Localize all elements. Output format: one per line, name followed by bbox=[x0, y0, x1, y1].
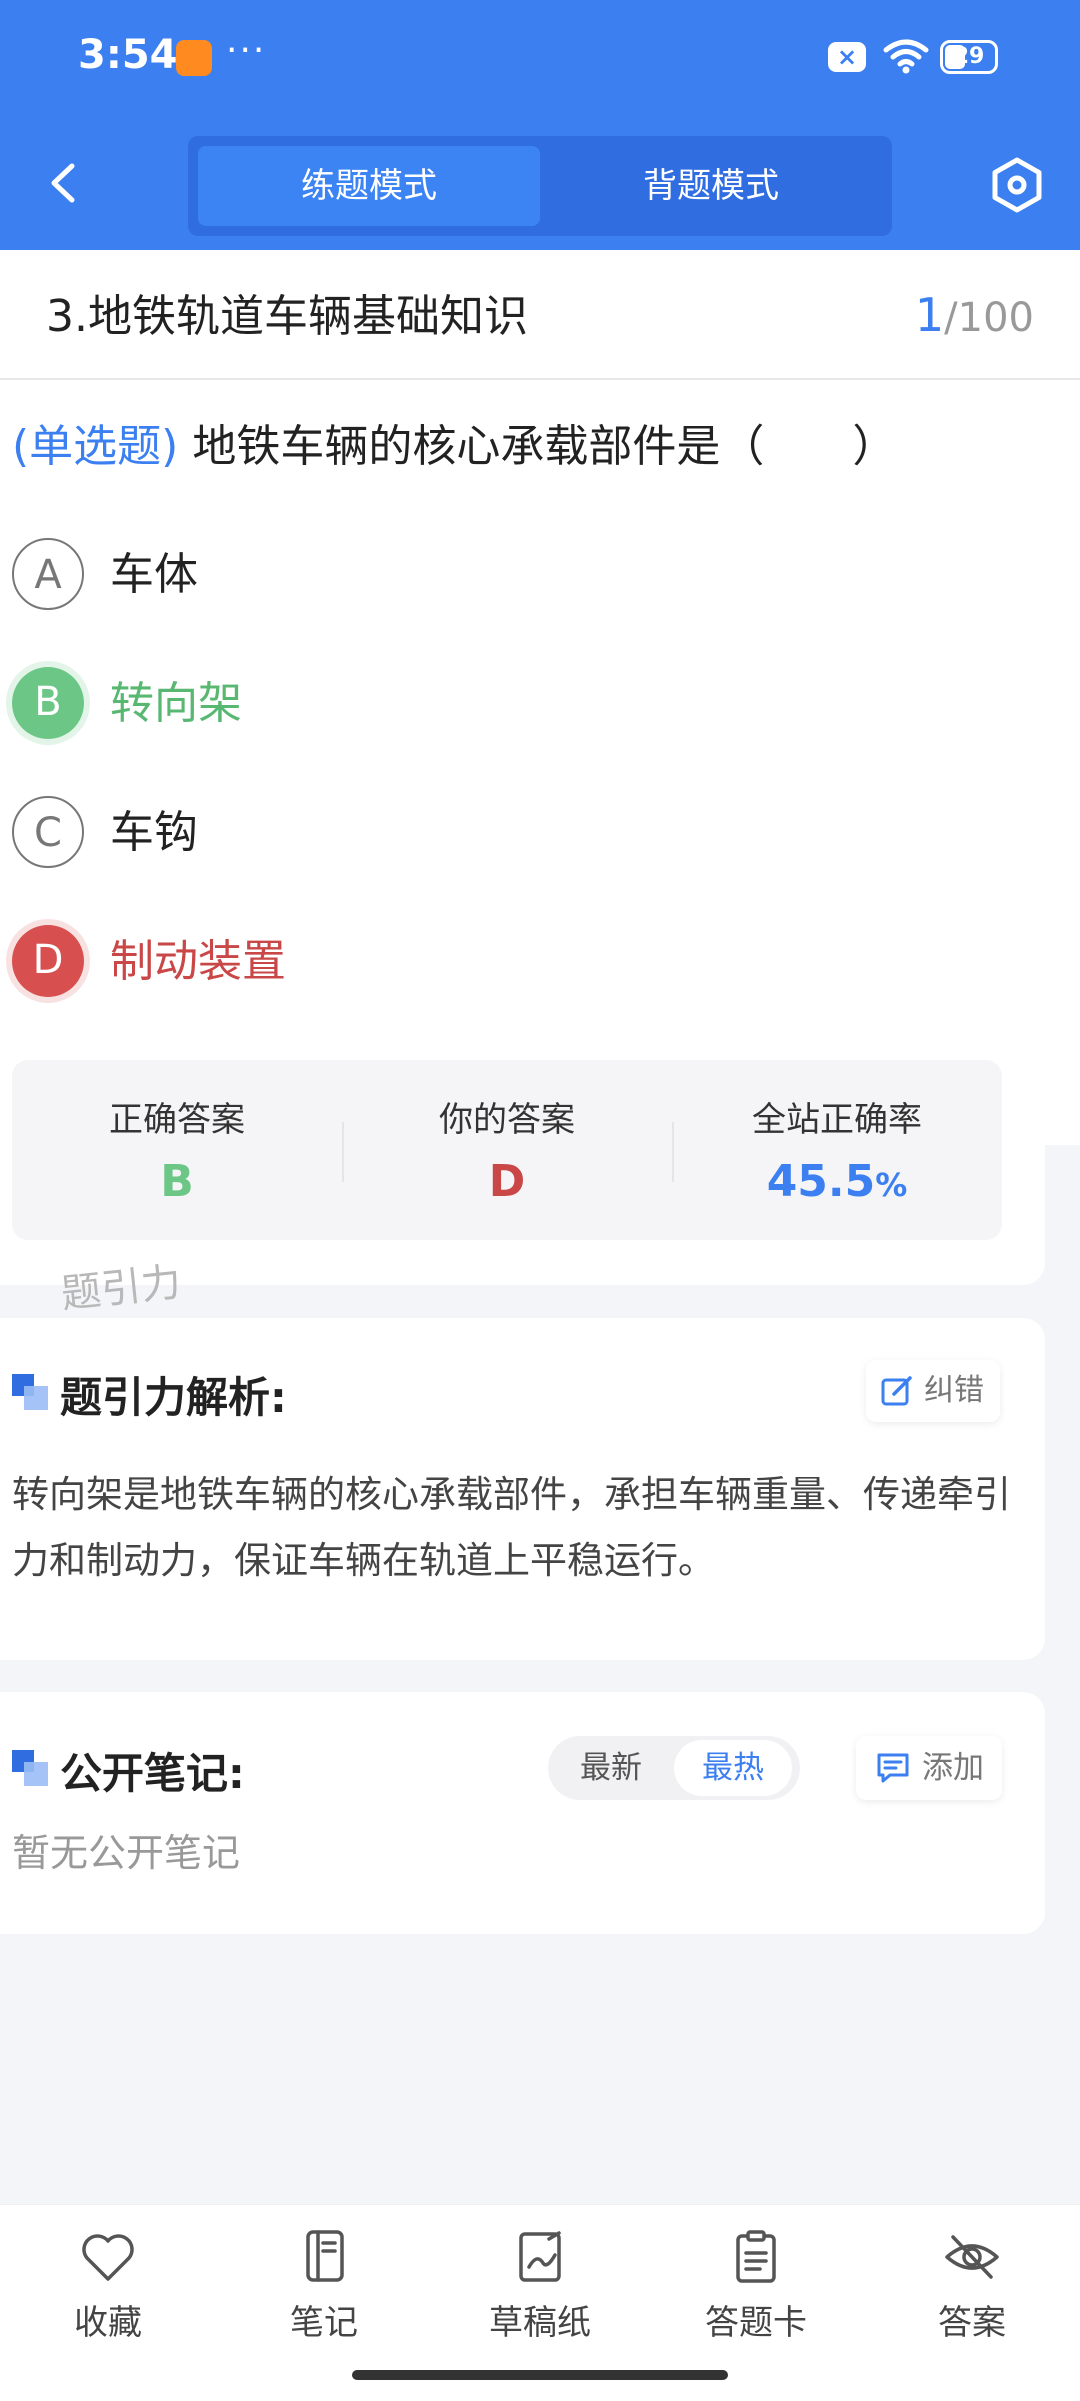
wifi-icon bbox=[883, 39, 929, 74]
option-letter: B bbox=[12, 667, 84, 739]
add-note-label: 添加 bbox=[922, 1750, 984, 1786]
status-more-dots: ··· bbox=[226, 30, 267, 71]
answer-sheet-label: 答题卡 bbox=[705, 2303, 807, 2343]
accuracy-col: 全站正确率 45.5% bbox=[672, 1060, 1002, 1240]
report-error-button[interactable]: 纠错 bbox=[866, 1360, 1000, 1422]
option-text: 车钩 bbox=[110, 807, 198, 858]
report-error-label: 纠错 bbox=[924, 1373, 984, 1408]
heart-icon bbox=[82, 2234, 134, 2281]
question-stem: 地铁车辆的核心承载部件是（ ） bbox=[192, 421, 897, 472]
comment-icon bbox=[877, 1753, 909, 1783]
correct-answer-title: 正确答案 bbox=[109, 1100, 245, 1140]
back-button[interactable] bbox=[40, 158, 90, 208]
notes-label: 笔记 bbox=[290, 2303, 358, 2343]
tab-memorize-mode[interactable]: 背题模式 bbox=[540, 146, 882, 226]
sort-newest[interactable]: 最新 bbox=[552, 1740, 670, 1796]
answer-sheet-button[interactable]: 答题卡 bbox=[676, 2229, 836, 2359]
show-answer-label: 答案 bbox=[938, 2303, 1006, 2343]
draft-paper-icon bbox=[519, 2231, 561, 2282]
section-icon bbox=[12, 1374, 48, 1410]
divider bbox=[0, 378, 1080, 380]
empty-notes-text: 暂无公开笔记 bbox=[12, 1831, 241, 1875]
option-text: 制动装置 bbox=[110, 936, 286, 987]
your-answer-col: 你的答案 D bbox=[342, 1060, 672, 1240]
draft-paper-button[interactable]: 草稿纸 bbox=[460, 2229, 620, 2359]
eye-off-icon bbox=[945, 2235, 999, 2279]
chapter-title: 3.地铁轨道车辆基础知识 bbox=[46, 291, 528, 342]
total-questions: /100 bbox=[944, 295, 1034, 341]
option-letter: C bbox=[12, 796, 84, 868]
question-counter: 1/100 bbox=[915, 288, 1034, 342]
section-icon bbox=[12, 1750, 48, 1786]
analysis-title: 题引力解析: bbox=[60, 1373, 287, 1422]
accuracy-unit: % bbox=[875, 1166, 908, 1204]
no-sim-icon: × bbox=[828, 42, 866, 72]
accuracy-title: 全站正确率 bbox=[752, 1100, 922, 1140]
option-letter: D bbox=[12, 925, 84, 997]
notes-title: 公开笔记: bbox=[60, 1749, 245, 1798]
question-type: (单选题) bbox=[12, 421, 179, 472]
watermark: 题引力 bbox=[59, 1259, 184, 1318]
your-answer-title: 你的答案 bbox=[439, 1100, 575, 1140]
favorite-button[interactable]: 收藏 bbox=[28, 2229, 188, 2359]
notes-button[interactable]: 笔记 bbox=[244, 2229, 404, 2359]
app-notification-icon bbox=[176, 40, 212, 76]
status-time: 3:54 bbox=[78, 32, 178, 78]
home-indicator[interactable] bbox=[352, 2370, 728, 2380]
your-answer-value: D bbox=[488, 1156, 526, 1207]
option-letter: A bbox=[12, 538, 84, 610]
accuracy-number: 45.5 bbox=[766, 1156, 876, 1207]
answer-summary: 正确答案 B 你的答案 D 全站正确率 45.5% bbox=[12, 1060, 1002, 1240]
battery-icon: 29 bbox=[940, 40, 998, 74]
answer-sheet-icon bbox=[736, 2230, 776, 2283]
battery-level: 29 bbox=[953, 44, 985, 69]
notes-card bbox=[0, 1692, 1045, 1934]
mode-tabs: 练题模式 背题模式 bbox=[188, 136, 892, 236]
current-question-number: 1 bbox=[914, 288, 945, 342]
correct-answer-value: B bbox=[160, 1156, 194, 1207]
question-text: (单选题) 地铁车辆的核心承载部件是（ ） bbox=[12, 410, 896, 474]
analysis-text: 转向架是地铁车辆的核心承载部件，承担车辆重量、传递牵引力和制动力，保证车辆在轨道… bbox=[12, 1473, 1011, 1582]
option-text: 车体 bbox=[110, 549, 198, 600]
add-note-button[interactable]: 添加 bbox=[856, 1736, 1002, 1800]
settings-icon[interactable] bbox=[988, 156, 1046, 214]
tab-practice-mode[interactable]: 练题模式 bbox=[198, 146, 540, 226]
option-text: 转向架 bbox=[110, 678, 242, 729]
notes-sort-toggle: 最新 最热 bbox=[548, 1736, 800, 1800]
edit-icon bbox=[881, 1376, 912, 1406]
sort-hottest[interactable]: 最热 bbox=[674, 1740, 792, 1796]
show-answer-button[interactable]: 答案 bbox=[892, 2229, 1052, 2359]
accuracy-value: 45.5% bbox=[672, 1156, 1002, 1207]
notebook-icon bbox=[306, 2230, 344, 2282]
favorite-label: 收藏 bbox=[74, 2303, 142, 2343]
correct-answer-col: 正确答案 B bbox=[12, 1060, 342, 1240]
draft-paper-label: 草稿纸 bbox=[489, 2303, 591, 2343]
